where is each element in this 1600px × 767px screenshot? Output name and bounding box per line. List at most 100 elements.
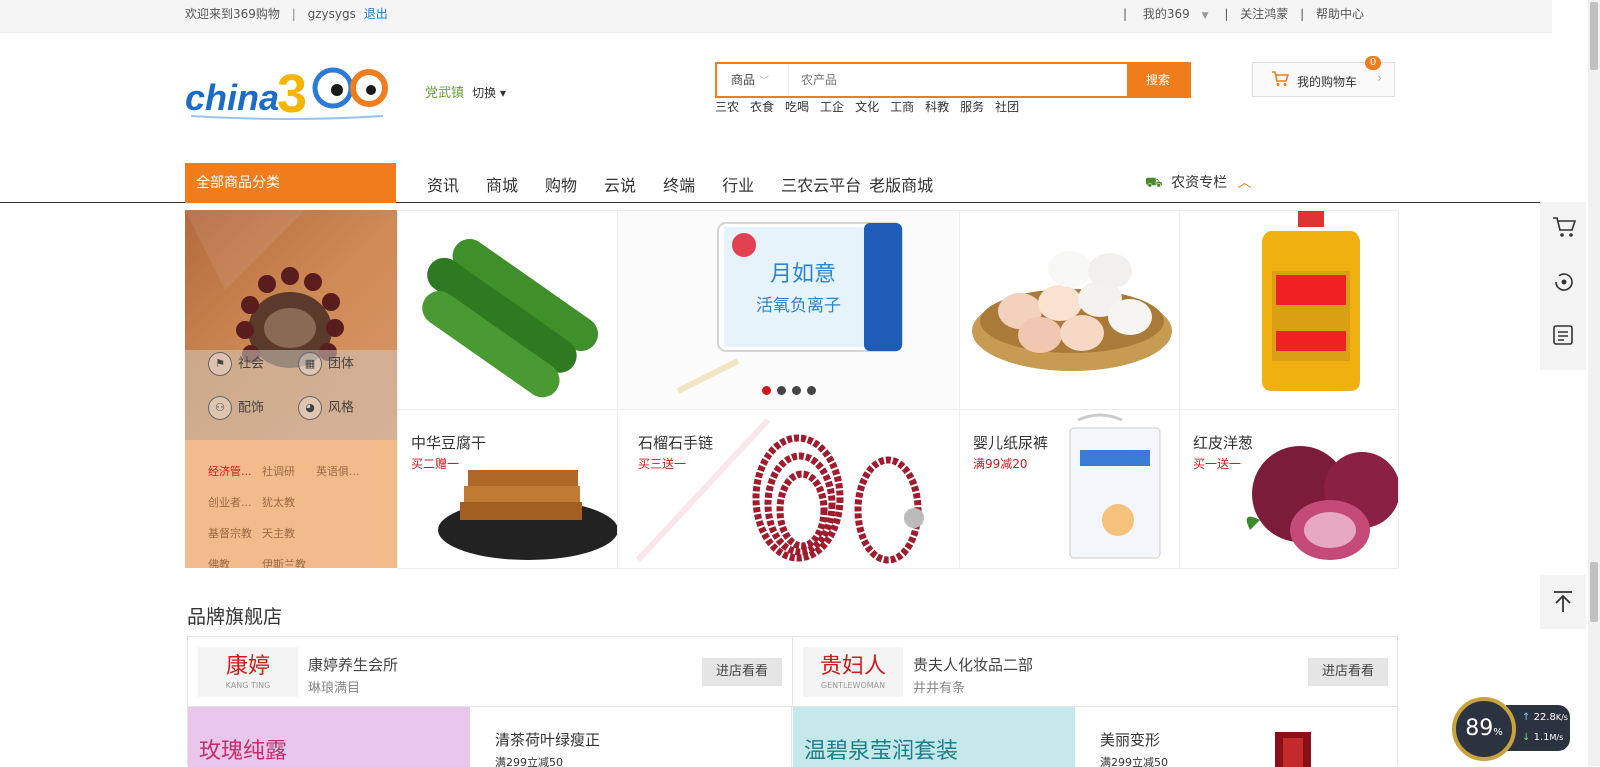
sidebar-link[interactable]: 佛教 xyxy=(208,553,262,568)
store-name[interactable]: 康婷养生会所 xyxy=(308,654,398,675)
sidebar-link[interactable]: 犹太教 xyxy=(262,491,316,514)
cart-icon xyxy=(1271,71,1290,90)
nav-item[interactable]: 云说 xyxy=(604,172,636,196)
scrollbar-thumb[interactable] xyxy=(1590,2,1598,70)
group-icon: ▦ xyxy=(298,352,322,376)
brand-logo[interactable]: 康婷 KANG TING xyxy=(198,647,298,697)
hotword-link[interactable]: 三农 xyxy=(715,100,739,114)
brand-product-offer: 满299立减50 xyxy=(1100,756,1168,767)
hotword-link[interactable]: 服务 xyxy=(960,100,984,114)
sidebar-link[interactable]: 创业者... xyxy=(208,491,262,514)
store-name[interactable]: 贵夫人化妆品二部 xyxy=(913,654,1033,675)
brand-product[interactable]: 美丽变形 满299立减50 xyxy=(1075,707,1397,767)
promo-offer: 买三送一 xyxy=(638,457,687,471)
upload-arrow-icon: ↑ xyxy=(1522,712,1531,723)
carousel-dot[interactable] xyxy=(806,386,816,395)
city-name: 党武镇 xyxy=(425,86,465,101)
network-speed-widget[interactable]: ↑ 22.8K/s ↓ 1.1M/s 89% xyxy=(1452,697,1574,761)
sidebar-link[interactable]: 伊斯兰教 xyxy=(262,553,316,568)
brand-product-offer: 满299立减50 xyxy=(495,756,563,767)
brand-logo[interactable]: 贵妇人 GENTLEWOMAN xyxy=(803,647,903,697)
product-tile[interactable] xyxy=(398,211,618,410)
nav-item[interactable]: 老版商城 xyxy=(869,172,933,196)
hotword-link[interactable]: 吃喝 xyxy=(785,100,809,114)
carousel-dot[interactable] xyxy=(761,386,771,395)
cart-button[interactable]: 我的购物车 › 0 xyxy=(1252,56,1395,97)
promo-offer: 满99减20 xyxy=(973,457,1028,471)
logout-link[interactable]: 退出 xyxy=(364,7,388,21)
arrow-up-icon xyxy=(1552,590,1574,618)
flag-icon: ⚑ xyxy=(208,352,232,376)
sidebar-item-accessories[interactable]: ⚇ 配饰 xyxy=(208,396,264,420)
nav-item[interactable]: 终端 xyxy=(663,172,695,196)
scrollbar-thumb[interactable] xyxy=(1590,562,1598,622)
history-icon[interactable] xyxy=(1552,270,1576,298)
sidebar-item-style[interactable]: ◕ 风格 xyxy=(298,396,354,420)
banner-sub-text: 活氧负离子 xyxy=(756,296,841,316)
hotword-link[interactable]: 文化 xyxy=(855,100,879,114)
chevron-down-icon: ▼ xyxy=(1201,11,1209,21)
all-categories-button[interactable]: 全部商品分类 xyxy=(185,163,396,203)
nav-item[interactable]: 商城 xyxy=(486,172,518,196)
nav-item[interactable]: 资讯 xyxy=(427,172,459,196)
product-tile[interactable] xyxy=(1180,211,1399,410)
search-button[interactable]: 搜索 xyxy=(1127,64,1189,96)
hotword-link[interactable]: 社团 xyxy=(995,100,1019,114)
sidebar-link[interactable]: 社调研 xyxy=(262,460,316,483)
hotword-link[interactable]: 衣食 xyxy=(750,100,774,114)
carousel-banner[interactable]: 月如意 活氧负离子 xyxy=(618,211,960,410)
sidebar-link[interactable]: 天主教 xyxy=(262,522,316,545)
sidebar-item-society[interactable]: ⚑ 社会 xyxy=(208,352,264,376)
sidebar-item-group[interactable]: ▦ 团体 xyxy=(298,352,354,376)
chevron-down-icon: ﹀ xyxy=(759,76,770,87)
enter-store-button[interactable]: 进店看看 xyxy=(702,658,782,686)
notes-icon[interactable] xyxy=(1552,324,1574,352)
product-tile[interactable] xyxy=(960,211,1180,410)
help-link[interactable]: 帮助中心 xyxy=(1316,7,1364,21)
agri-special-link[interactable]: ⛟ 农资专栏 ︿ xyxy=(1145,172,1252,193)
enter-store-button[interactable]: 进店看看 xyxy=(1308,658,1388,686)
hotwords: 三农 衣食 吃喝 工企 文化 工商 科教 服务 社团 xyxy=(715,98,1030,115)
promo-tile-onion[interactable]: 红皮洋葱 买一送一 xyxy=(1180,410,1399,569)
sidebar-link[interactable]: 经济管... xyxy=(208,460,262,483)
search-input[interactable] xyxy=(801,70,1101,90)
brand-banner[interactable]: 玫瑰纯露 xyxy=(188,707,470,767)
hotword-link[interactable]: 科教 xyxy=(925,100,949,114)
brand-product[interactable]: 清茶荷叶绿瘦正 满299立减50 xyxy=(470,707,792,767)
brand-banner-text: 温碧泉莹润套装 xyxy=(804,739,959,764)
city-switch[interactable]: 切换 ▾ xyxy=(472,86,506,100)
download-speed: 1.1 xyxy=(1533,732,1550,743)
nav-item[interactable]: 三农云平台 xyxy=(781,172,861,196)
sidebar-link[interactable]: 英语俱... xyxy=(316,460,370,483)
nav-item[interactable]: 购物 xyxy=(545,172,577,196)
product-grid: 月如意 活氧负离子 中华豆腐干 买二赠一 石榴石手链 买三送一 婴儿纸尿裤 满9… xyxy=(397,210,1399,569)
sidebar-item-label: 风格 xyxy=(328,400,355,416)
hotword-link[interactable]: 工商 xyxy=(890,100,914,114)
carousel-dot[interactable] xyxy=(776,386,786,395)
back-to-top-button[interactable] xyxy=(1540,575,1586,629)
carousel-dot[interactable] xyxy=(791,386,801,395)
promo-tile-bracelet[interactable]: 石榴石手链 买三送一 xyxy=(618,410,960,569)
hotword-link[interactable]: 工企 xyxy=(820,100,844,114)
cart-label: 我的购物车 xyxy=(1297,75,1358,89)
logo-china: china xyxy=(185,77,279,118)
username[interactable]: gzysygs xyxy=(308,7,356,21)
city-selector[interactable]: 党武镇 切换 ▾ xyxy=(425,82,506,101)
follow-link[interactable]: 关注鸿蒙 xyxy=(1240,7,1288,21)
search-category-select[interactable]: 商品 ﹀ xyxy=(717,64,789,96)
my369-link[interactable]: 我的369 ▼ xyxy=(1139,7,1213,21)
scrollbar-track[interactable] xyxy=(1588,0,1600,766)
promo-tile-tofu[interactable]: 中华豆腐干 买二赠一 xyxy=(398,410,618,569)
cart-icon[interactable] xyxy=(1552,216,1577,242)
nav-item[interactable]: 行业 xyxy=(722,172,754,196)
promo-tile-diapers[interactable]: 婴儿纸尿裤 满99减20 xyxy=(960,410,1180,569)
main-nav: 资讯 商城 购物 云说 终端 行业 三农云平台 老版商城 xyxy=(427,172,933,196)
sidebar-link[interactable]: 基督宗教 xyxy=(208,522,262,545)
agri-special-label: 农资专栏 xyxy=(1171,175,1228,191)
brand-logo-text: 贵妇人 xyxy=(819,654,886,679)
search-bar: 商品﹀ 搜索 xyxy=(715,62,1191,98)
brand-banner[interactable]: 温碧泉莹润套装 xyxy=(793,707,1075,767)
site-logo[interactable]: china 3 xyxy=(185,60,390,124)
sidebar-item-label: 团体 xyxy=(328,356,355,372)
promo-title: 石榴石手链 xyxy=(638,434,714,452)
